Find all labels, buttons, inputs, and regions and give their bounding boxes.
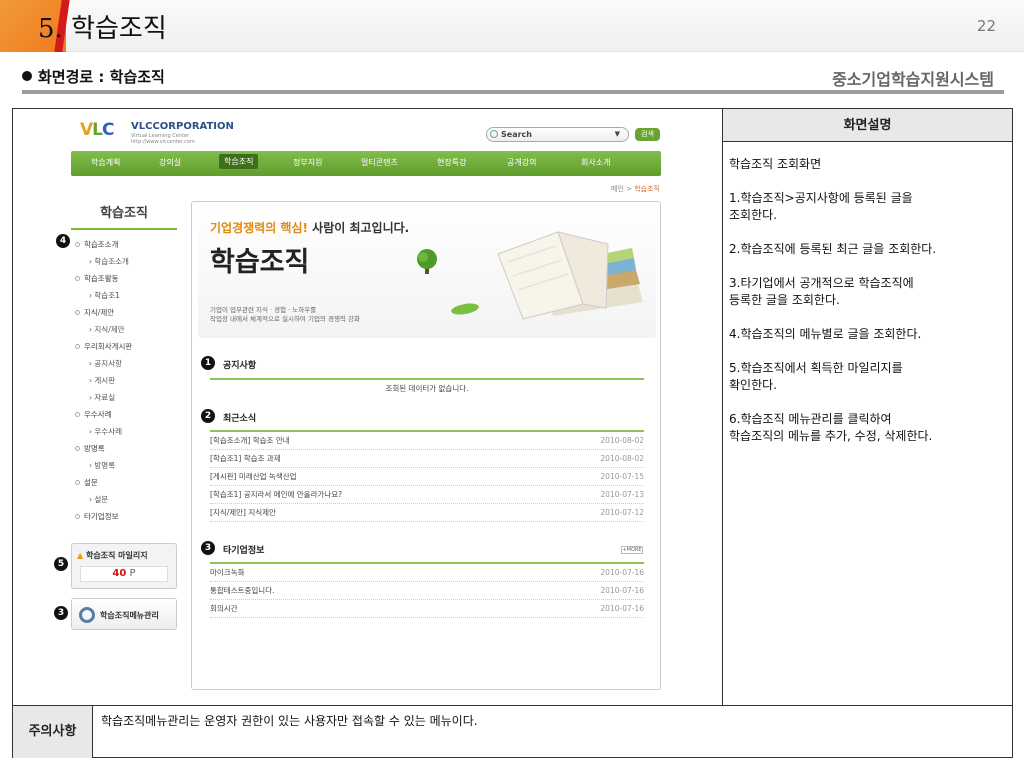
books-illustration <box>497 231 643 320</box>
lnb-item[interactable]: 지식/제안 <box>73 304 179 321</box>
list-item[interactable]: 회의시간 2010-07-16 <box>210 600 644 618</box>
screenshot-area: VLC VLCCORPORATION Virtual Learning Cent… <box>13 109 723 705</box>
description-panel: 화면설명 학습조직 조회화면 1.학습조직>공지사항에 등록된 글을 조회한다.… <box>723 109 1012 705</box>
vlc-logo[interactable]: VLC <box>80 120 115 140</box>
screen-path: 화면경로 : 학습조직 <box>22 66 165 87</box>
notice-divider <box>210 378 644 380</box>
menu-manage-label: 학습조직메뉴관리 <box>100 611 159 620</box>
gnb-item-field-lecture[interactable]: 현장특강 <box>437 157 466 168</box>
mileage-value: 40 P <box>80 566 168 582</box>
chevron-down-icon[interactable]: ▼ <box>615 128 620 141</box>
left-nav: 학습조소개 › 학습조소개 학습조활동 › 학습조1 지식/제안 › 지식/제안… <box>73 236 179 525</box>
callout-badge-3b: 3 <box>54 606 68 620</box>
search-placeholder: Search <box>501 130 532 139</box>
tree-icon <box>417 249 437 274</box>
corp-subtitle: Virtual Learning Center http://www.vlcce… <box>131 133 195 145</box>
notice-empty-message: 조회된 데이터가 없습니다. <box>385 384 469 393</box>
gnb-item-multi-content[interactable]: 멀티콘텐츠 <box>361 157 398 168</box>
notice-section-title[interactable]: 공지사항 <box>223 358 256 371</box>
recent-section-title[interactable]: 최근소식 <box>223 411 256 424</box>
mileage-title: ▲ 학습조직 마일리지 <box>77 551 148 560</box>
global-nav: 학습계획 강의실 학습조직 정부지원 멀티콘텐츠 현장특강 공개강의 회사소개 <box>71 151 661 176</box>
gnb-item-classroom[interactable]: 강의실 <box>159 157 181 168</box>
lnb-item[interactable]: 학습조활동 <box>73 270 179 287</box>
more-button[interactable]: +MORE <box>621 546 643 554</box>
search-input[interactable]: Search ▼ <box>486 127 629 142</box>
note-text: 학습조직메뉴관리는 운영자 권한이 있는 사용자만 접속할 수 있는 메뉴이다. <box>101 714 478 728</box>
gnb-item-plan[interactable]: 학습계획 <box>91 157 120 168</box>
list-item[interactable]: 마이크녹화 2010-07-16 <box>210 564 644 582</box>
mileage-box: ▲ 학습조직 마일리지 40 P <box>71 543 177 589</box>
callout-badge-2: 2 <box>201 409 215 423</box>
lnb-subitem[interactable]: › 우수사례 <box>73 423 179 440</box>
note-label: 주의사항 <box>13 706 93 758</box>
bullet-icon <box>22 71 32 81</box>
circle-bullet-icon <box>75 446 80 451</box>
gnb-item-gov-support[interactable]: 정부지원 <box>293 157 322 168</box>
list-item[interactable]: 통합테스트중입니다. 2010-07-16 <box>210 582 644 600</box>
other-section-title[interactable]: 타기업정보 <box>223 543 264 556</box>
list-item[interactable]: [게시판] 미래산업 녹색산업 2010-07-15 <box>210 468 644 486</box>
corp-name: VLCCORPORATION <box>131 121 234 132</box>
note-row: 주의사항 학습조직메뉴관리는 운영자 권한이 있는 사용자만 접속할 수 있는 … <box>13 705 1012 758</box>
system-name: 중소기업학습지원시스템 <box>832 70 994 89</box>
lnb-item[interactable]: 설문 <box>73 474 179 491</box>
circle-bullet-icon <box>75 242 80 247</box>
list-item[interactable]: [학습조1] 학습조 과제 2010-08-02 <box>210 450 644 468</box>
gnb-item-learning-org[interactable]: 학습조직 <box>219 154 259 169</box>
gear-icon <box>79 607 95 623</box>
leaf-icon <box>451 303 479 315</box>
slide-number: 22 <box>976 17 996 35</box>
mileage-icon: ▲ <box>77 551 84 560</box>
lnb-title: 학습조직 <box>71 202 177 230</box>
lnb-item[interactable]: 학습조소개 <box>73 236 179 253</box>
slide-title: 5. 학습조직 <box>38 14 167 44</box>
circle-bullet-icon <box>75 276 80 281</box>
breadcrumb-current: 학습조직 <box>634 185 660 193</box>
callout-badge-3: 3 <box>201 541 215 555</box>
lnb-item[interactable]: 우수사례 <box>73 406 179 423</box>
description-header: 화면설명 <box>723 109 1012 142</box>
lnb-subitem[interactable]: › 방명록 <box>73 457 179 474</box>
menu-manage-button[interactable]: 학습조직메뉴관리 <box>71 598 177 630</box>
search-icon <box>490 130 498 138</box>
banner: 기업경쟁력의 핵심! 사람이 최고입니다. 학습조직 기업이 업무관련 지식 ·… <box>198 206 656 338</box>
circle-bullet-icon <box>75 514 80 519</box>
spec-frame: VLC VLCCORPORATION Virtual Learning Cent… <box>12 108 1013 758</box>
description-body: 학습조직 조회화면 1.학습조직>공지사항에 등록된 글을 조회한다. 2.학습… <box>729 157 937 443</box>
circle-bullet-icon <box>75 480 80 485</box>
circle-bullet-icon <box>75 412 80 417</box>
banner-description: 기업이 업무관련 지식 · 경험 · 노하우를 작업장 내에서 체계적으로 실시… <box>210 306 360 323</box>
lnb-subitem[interactable]: › 자료실 <box>73 389 179 406</box>
gnb-item-about[interactable]: 회사소개 <box>581 157 610 168</box>
slide-header: 5. 학습조직 22 <box>0 0 1024 52</box>
lnb-subitem[interactable]: › 학습조소개 <box>73 253 179 270</box>
circle-bullet-icon <box>75 310 80 315</box>
content-panel: 기업경쟁력의 핵심! 사람이 최고입니다. 학습조직 기업이 업무관련 지식 ·… <box>191 201 661 690</box>
banner-headline: 기업경쟁력의 핵심! 사람이 최고입니다. <box>210 221 410 235</box>
callout-badge-1: 1 <box>201 356 215 370</box>
lnb-subitem[interactable]: › 설문 <box>73 491 179 508</box>
lnb-item[interactable]: 타기업정보 <box>73 508 179 525</box>
breadcrumb-home[interactable]: 메인 > <box>611 185 632 193</box>
circle-bullet-icon <box>75 344 80 349</box>
callout-badge-5: 5 <box>54 557 68 571</box>
lnb-item[interactable]: 우리회사게시판 <box>73 338 179 355</box>
breadcrumb: 메인 > 학습조직 <box>611 184 660 194</box>
lnb-subitem[interactable]: › 지식/제안 <box>73 321 179 338</box>
lnb-subitem[interactable]: › 학습조1 <box>73 287 179 304</box>
search-button[interactable]: 검색 <box>635 128 660 141</box>
gnb-item-open-lecture[interactable]: 공개강의 <box>507 157 536 168</box>
header-rule <box>22 90 1004 94</box>
callout-badge-4: 4 <box>56 234 70 248</box>
lnb-subitem[interactable]: › 공지사항 <box>73 355 179 372</box>
lnb-subitem[interactable]: › 게시판 <box>73 372 179 389</box>
screen-path-text: 화면경로 : 학습조직 <box>38 68 165 86</box>
list-item[interactable]: [학습조1] 공지라서 메인에 안올라가나요? 2010-07-13 <box>210 486 644 504</box>
lnb-item[interactable]: 방명록 <box>73 440 179 457</box>
banner-title: 학습조직 <box>210 247 310 278</box>
list-item[interactable]: [학습조소개] 학습조 안내 2010-08-02 <box>210 432 644 450</box>
list-item[interactable]: [지식/제안] 지식제안 2010-07-12 <box>210 504 644 522</box>
